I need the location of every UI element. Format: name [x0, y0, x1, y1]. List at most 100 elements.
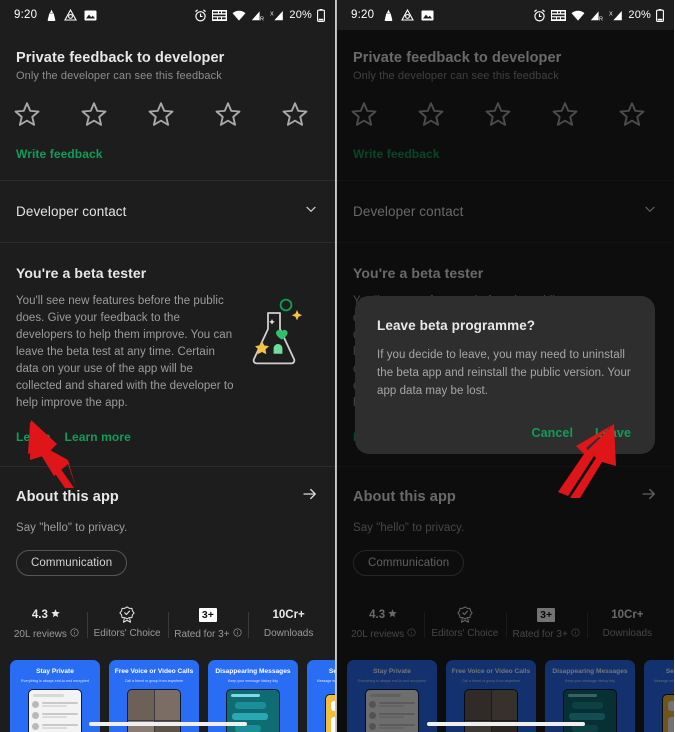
- screenshot-card[interactable]: Send Anything Message with text, photos,…: [307, 660, 335, 732]
- stat-rating-label: 20L reviews: [13, 628, 67, 640]
- feedback-subtitle: Only the developer can see this feedback: [16, 70, 222, 82]
- vowifi-icon: [551, 9, 567, 21]
- svg-text:R: R: [260, 16, 264, 21]
- screenshot-preview: [28, 689, 82, 732]
- svg-text:R: R: [599, 16, 603, 21]
- battery-percent: 20%: [289, 9, 312, 21]
- stat-downloads[interactable]: 10Cr+ Downloads: [248, 606, 329, 640]
- status-bar-left: 9:20 R X 20%: [0, 0, 335, 30]
- status-left-icons: [46, 8, 97, 22]
- about-app-description: Say "hello" to privacy.: [16, 522, 128, 534]
- signal-x-icon: X: [609, 10, 623, 21]
- write-feedback-link[interactable]: Write feedback: [16, 130, 319, 161]
- rating-badge-icon: 3+: [198, 607, 217, 622]
- private-feedback-section: Private feedback to developer Only the d…: [0, 30, 335, 82]
- stat-downloads-label-wrap: Downloads: [248, 628, 329, 639]
- leave-beta-link[interactable]: Leave: [16, 430, 51, 444]
- about-this-app-title: About this app: [16, 488, 119, 505]
- person-icon: [383, 9, 394, 22]
- screenshot-root: 9:20 R X 20% Private feedback to develop…: [0, 0, 675, 732]
- stat-editors-choice[interactable]: Editors' Choice: [86, 606, 168, 640]
- leave-button[interactable]: Leave: [595, 426, 631, 440]
- svg-text:X: X: [609, 11, 613, 17]
- screenshot-subtitle: Everything is always end-to-end encrypte…: [21, 679, 89, 683]
- info-icon[interactable]: [232, 628, 242, 640]
- rating-stars[interactable]: [0, 82, 326, 130]
- dialog-message: If you decide to leave, you may need to …: [377, 349, 631, 397]
- star-outline-icon[interactable]: [280, 100, 310, 130]
- beta-flask-icon: [242, 293, 304, 412]
- gesture-navigation-bar[interactable]: [88, 722, 247, 726]
- about-this-app-row[interactable]: About this app: [16, 467, 319, 508]
- about-this-app-section: About this app Say "hello" to privacy. C…: [0, 467, 335, 576]
- screenshot-title: Disappearing Messages: [215, 668, 291, 675]
- star-outline-icon[interactable]: [146, 100, 176, 130]
- image-icon: [421, 10, 434, 21]
- stat-content-rating[interactable]: 3+ Rated for 3+: [167, 606, 249, 640]
- stat-rating-label-wrap: 20L reviews: [6, 628, 87, 640]
- dialog-title: Leave beta programme?: [377, 318, 536, 333]
- battery-icon: [317, 8, 325, 22]
- developer-contact-label: Developer contact: [16, 204, 127, 219]
- chevron-down-icon[interactable]: [303, 201, 319, 222]
- stat-rating-value-wrap: 4.3: [6, 606, 87, 623]
- screenshot-subtitle: Keep your message history tidy: [227, 679, 279, 683]
- stat-downloads-value: 10Cr+: [272, 608, 305, 621]
- phone-panel-right: 9:20 R X 20% Leave beta programme? If yo…: [336, 0, 674, 732]
- beta-links: Leave Learn more: [16, 412, 319, 444]
- screenshot-title: Send Anything: [328, 668, 335, 675]
- star-outline-icon[interactable]: [12, 100, 42, 130]
- stat-downloads-value-wrap: 10Cr+: [248, 606, 329, 623]
- cloud-icon: [64, 8, 78, 22]
- screenshot-preview: [325, 694, 335, 732]
- phone-panel-left: 9:20 R X 20% Private feedback to develop…: [0, 0, 336, 732]
- screenshot-card[interactable]: Stay Private Everything is always end-to…: [10, 660, 100, 732]
- cancel-button[interactable]: Cancel: [531, 426, 573, 440]
- screenshot-carousel[interactable]: Stay Private Everything is always end-to…: [0, 650, 335, 732]
- stat-content-rating-label: Rated for 3+: [174, 628, 230, 640]
- stat-content-rating-label-wrap: Rated for 3+: [168, 628, 249, 640]
- status-time: 9:20: [351, 9, 375, 21]
- cloud-icon: [401, 8, 415, 22]
- star-filled-icon: [50, 608, 61, 622]
- beta-description: You'll see new features before the publi…: [16, 295, 234, 409]
- status-bar-right: 9:20 R X 20%: [337, 0, 674, 30]
- status-right-icons: R X 20%: [533, 8, 664, 22]
- image-icon: [84, 10, 97, 21]
- page-content-right: Private feedback to developer Only the d…: [337, 30, 674, 732]
- star-outline-icon[interactable]: [213, 100, 243, 130]
- info-icon[interactable]: [70, 628, 79, 640]
- gesture-navigation-bar[interactable]: [426, 722, 585, 726]
- alarm-icon: [533, 8, 546, 22]
- editors-choice-icon: [87, 606, 168, 623]
- wifi-icon: [232, 10, 246, 21]
- stat-content-rating-wrap: 3+: [168, 606, 249, 623]
- page-content-left: Private feedback to developer Only the d…: [0, 30, 335, 732]
- battery-percent: 20%: [628, 9, 651, 21]
- battery-icon: [656, 8, 664, 22]
- developer-contact-row[interactable]: Developer contact: [0, 181, 335, 242]
- signal-r-icon: R: [590, 10, 604, 21]
- category-chip-communication[interactable]: Communication: [16, 550, 128, 576]
- stat-downloads-label: Downloads: [263, 628, 314, 639]
- app-stats-row: 4.3 20L reviews Editors' Choice: [0, 588, 335, 650]
- beta-tester-section: You're a beta tester You'll see new feat…: [0, 243, 335, 444]
- wifi-icon: [571, 10, 585, 21]
- person-icon: [46, 9, 57, 22]
- stat-editors-choice-label-wrap: Editors' Choice: [87, 628, 168, 639]
- leave-beta-dialog: Leave beta programme? If you decide to l…: [355, 296, 655, 454]
- signal-x-icon: X: [270, 10, 284, 21]
- dialog-actions: Cancel Leave: [377, 426, 633, 440]
- svg-text:X: X: [270, 11, 274, 17]
- status-right-icons: R X 20%: [194, 8, 325, 22]
- stat-rating[interactable]: 4.3 20L reviews: [6, 606, 87, 640]
- learn-more-link[interactable]: Learn more: [65, 430, 131, 444]
- screenshot-subtitle: Message with text, photos, videos or any…: [316, 679, 335, 683]
- star-outline-icon[interactable]: [79, 100, 109, 130]
- write-feedback-section: Write feedback: [0, 130, 335, 161]
- arrow-right-icon[interactable]: [301, 485, 319, 508]
- stat-rating-value: 4.3: [31, 608, 48, 621]
- stat-editors-choice-label: Editors' Choice: [93, 628, 161, 639]
- screenshot-title: Stay Private: [36, 668, 74, 675]
- vowifi-icon: [212, 9, 228, 21]
